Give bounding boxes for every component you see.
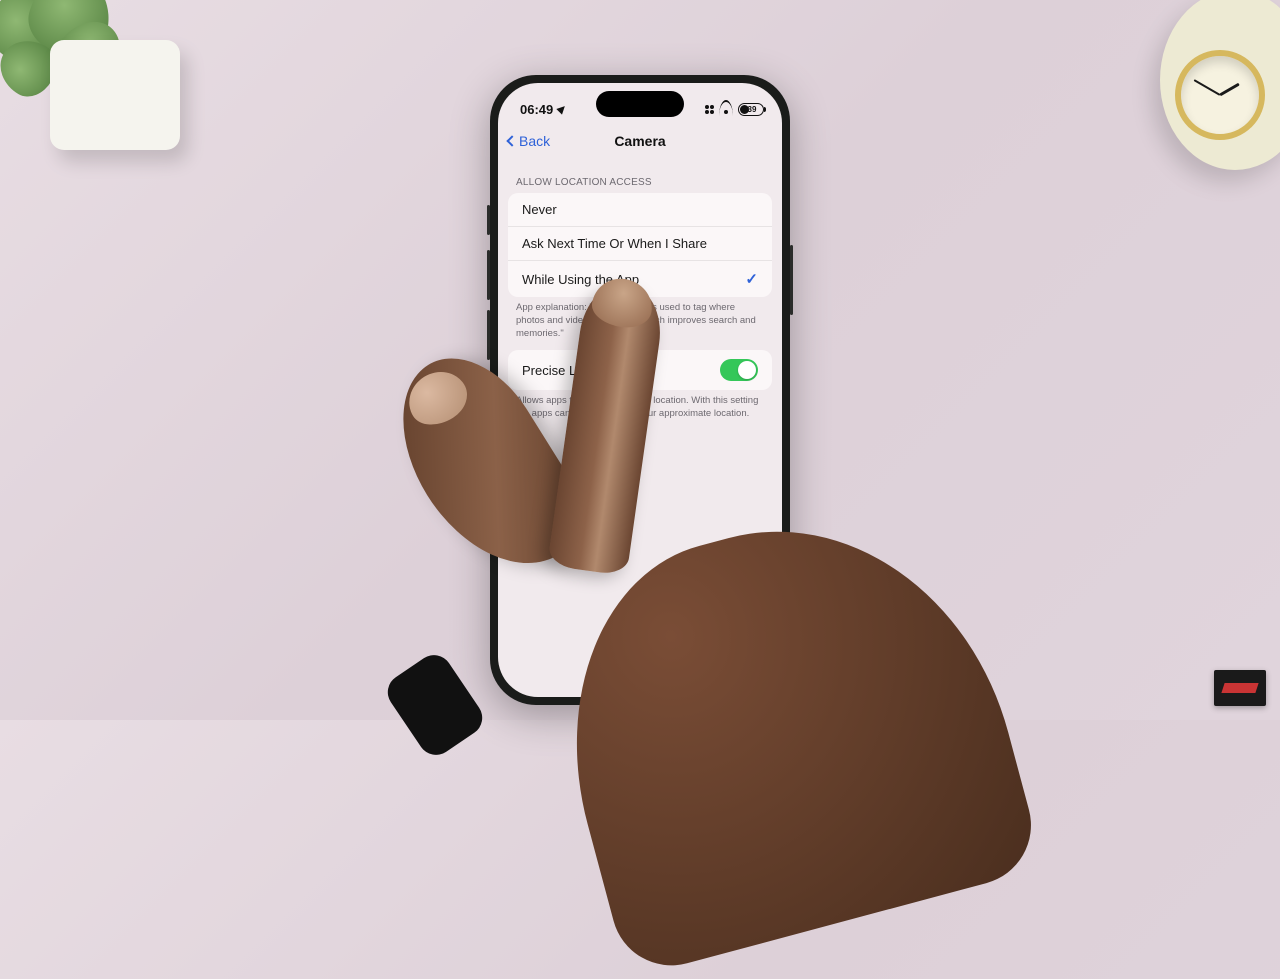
location-option-while-using[interactable]: While Using the App ✓ xyxy=(508,261,772,297)
location-access-group: Never Ask Next Time Or When I Share Whil… xyxy=(508,193,772,297)
precise-location-group: Precise Location xyxy=(508,350,772,390)
battery-icon: 39 xyxy=(738,103,764,116)
precise-location-footer: Allows apps to use your specific locatio… xyxy=(498,390,782,431)
phone-device: 06:49 39 Back Camera xyxy=(490,75,790,705)
option-label: Ask Next Time Or When I Share xyxy=(522,236,707,251)
precise-location-label: Precise Location xyxy=(522,363,618,378)
dynamic-island xyxy=(596,91,684,117)
watermark-badge xyxy=(1214,670,1266,706)
phone-screen: 06:49 39 Back Camera xyxy=(498,83,782,697)
location-option-ask[interactable]: Ask Next Time Or When I Share xyxy=(508,227,772,261)
page-title: Camera xyxy=(614,133,665,149)
location-services-icon xyxy=(557,103,568,114)
precise-location-row[interactable]: Precise Location xyxy=(508,350,772,390)
location-access-header: ALLOW LOCATION ACCESS xyxy=(498,165,782,193)
decorative-plant xyxy=(0,0,190,180)
precise-location-toggle[interactable] xyxy=(720,359,758,381)
settings-content[interactable]: ALLOW LOCATION ACCESS Never Ask Next Tim… xyxy=(498,159,782,697)
status-time: 06:49 xyxy=(520,102,553,117)
option-label: While Using the App xyxy=(522,272,639,287)
back-label: Back xyxy=(519,133,550,149)
location-explanation-footer: App explanation: "Your location is used … xyxy=(498,297,782,350)
wifi-icon xyxy=(719,104,733,114)
back-button[interactable]: Back xyxy=(508,133,550,149)
decorative-clock xyxy=(1160,0,1280,170)
cellular-signal-icon xyxy=(705,105,714,114)
option-label: Never xyxy=(522,202,557,217)
battery-percentage: 39 xyxy=(740,105,764,114)
home-indicator[interactable] xyxy=(590,687,690,691)
location-option-never[interactable]: Never xyxy=(508,193,772,227)
chevron-left-icon xyxy=(506,135,517,146)
navigation-bar: Back Camera xyxy=(498,123,782,159)
checkmark-icon: ✓ xyxy=(745,270,758,288)
